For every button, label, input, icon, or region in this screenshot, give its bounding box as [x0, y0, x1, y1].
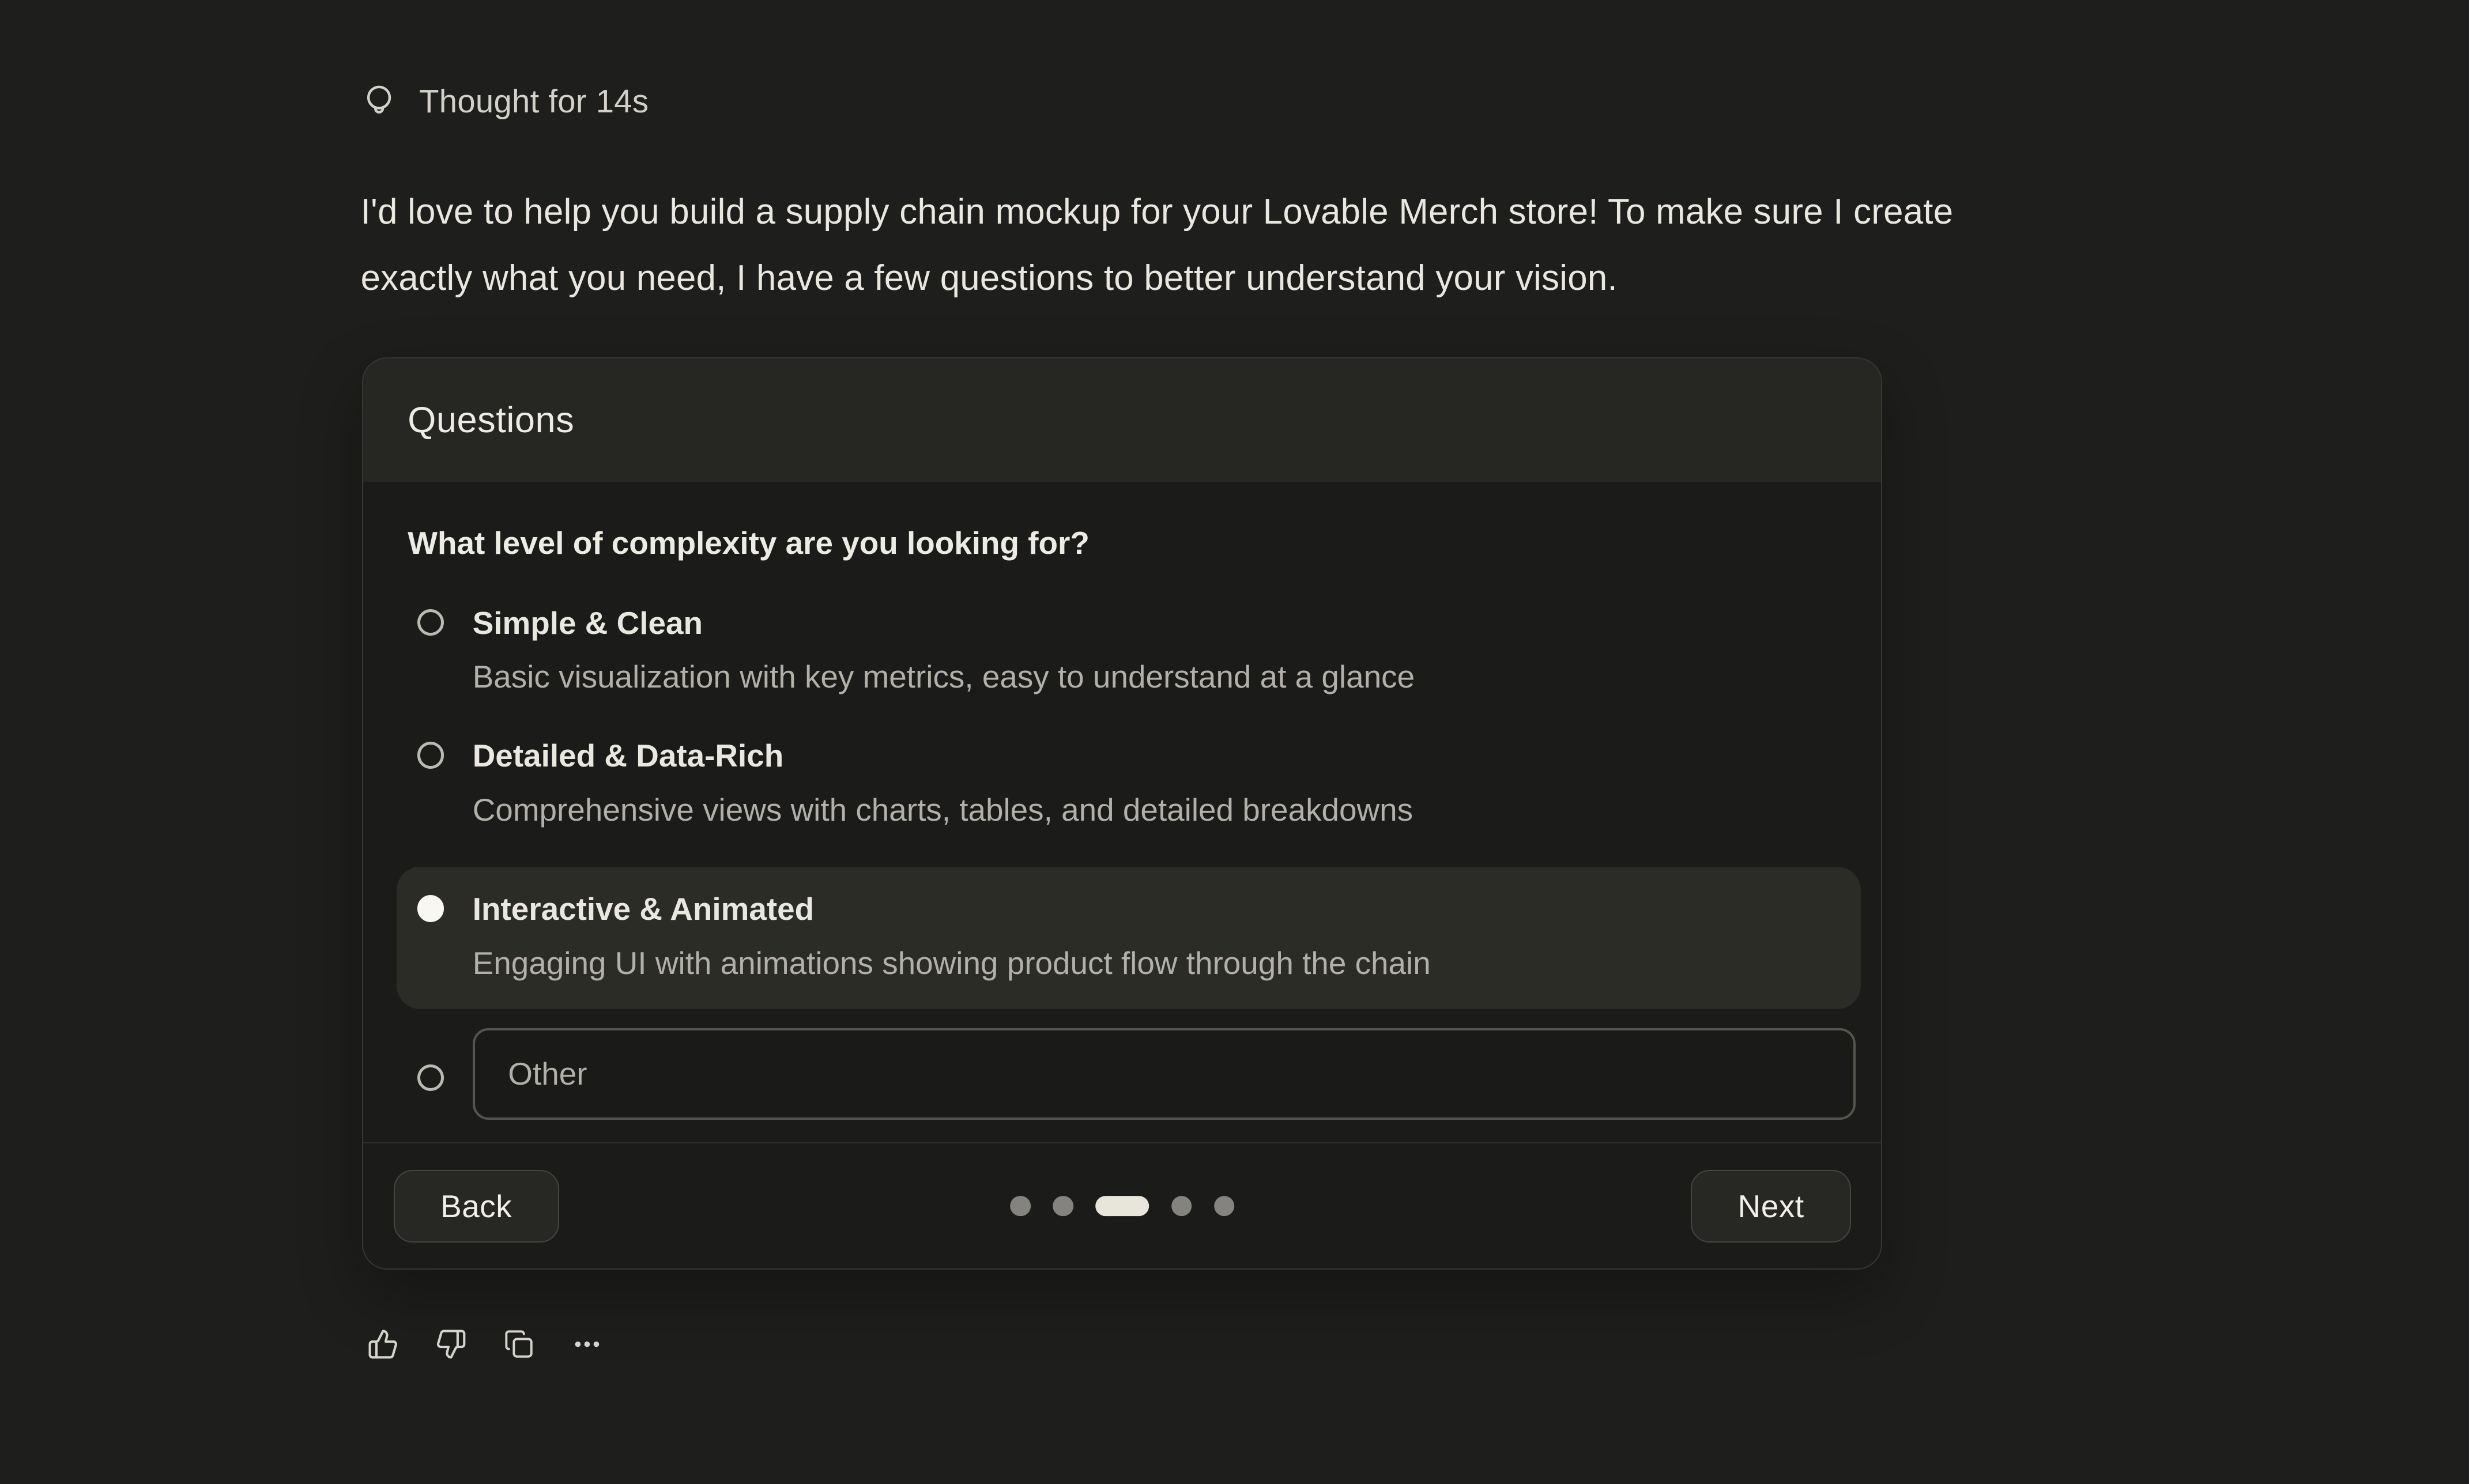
next-button[interactable]: Next: [1691, 1170, 1851, 1243]
copy-icon: [504, 1329, 534, 1359]
option-description: Engaging UI with animations showing prod…: [473, 941, 1431, 985]
radio-unchecked-icon[interactable]: [417, 742, 444, 769]
copy-button[interactable]: [497, 1322, 541, 1366]
assistant-message: I'd love to help you build a supply chai…: [361, 179, 2259, 312]
lightbulb-icon: [361, 83, 397, 119]
message-line: exactly what you need, I have a few ques…: [361, 245, 2259, 311]
question-text: What level of complexity are you looking…: [408, 524, 1837, 561]
option-other[interactable]: [408, 1028, 1837, 1120]
thumbs-up-icon: [367, 1328, 399, 1360]
option-title: Detailed & Data-Rich: [473, 734, 1413, 778]
message-line: I'd love to help you build a supply chai…: [361, 179, 2259, 245]
card-body: What level of complexity are you looking…: [363, 482, 1881, 1120]
questions-card: Questions What level of complexity are y…: [362, 357, 1882, 1270]
other-input[interactable]: [473, 1028, 1856, 1120]
ellipsis-icon: [571, 1328, 603, 1360]
option-description: Comprehensive views with charts, tables,…: [473, 788, 1413, 832]
card-header: Questions: [363, 358, 1881, 482]
message-actions: [361, 1322, 609, 1366]
option-description: Basic visualization with key metrics, ea…: [473, 655, 1415, 699]
option-detailed-data-rich[interactable]: Detailed & Data-Rich Comprehensive views…: [408, 734, 1837, 832]
more-options-button[interactable]: [565, 1322, 609, 1366]
option-interactive-animated[interactable]: Interactive & Animated Engaging UI with …: [397, 867, 1861, 1009]
card-title: Questions: [408, 399, 574, 441]
pagination-dot: [1053, 1196, 1073, 1217]
pagination-dot: [1010, 1196, 1031, 1217]
thumbs-up-button[interactable]: [361, 1322, 405, 1366]
thought-toggle[interactable]: Thought for 14s: [361, 82, 649, 120]
pagination-dot-active: [1095, 1196, 1149, 1217]
radio-unchecked-icon[interactable]: [417, 1064, 444, 1092]
card-footer: Back Next: [363, 1142, 1881, 1269]
option-simple-clean[interactable]: Simple & Clean Basic visualization with …: [408, 601, 1837, 699]
chat-page: Thought for 14s I'd love to help you bui…: [0, 0, 2469, 1483]
option-title: Interactive & Animated: [473, 887, 1431, 931]
pagination-dots: [1010, 1196, 1235, 1217]
option-title: Simple & Clean: [473, 601, 1415, 645]
thought-label: Thought for 14s: [419, 82, 649, 120]
thumbs-down-button[interactable]: [429, 1322, 473, 1366]
back-button[interactable]: Back: [394, 1170, 559, 1243]
thumbs-down-icon: [435, 1328, 467, 1360]
pagination-dot: [1171, 1196, 1192, 1217]
options-list: Simple & Clean Basic visualization with …: [408, 601, 1837, 1120]
pagination-dot: [1214, 1196, 1235, 1217]
radio-unchecked-icon[interactable]: [417, 609, 444, 636]
radio-checked-icon[interactable]: [417, 895, 444, 922]
